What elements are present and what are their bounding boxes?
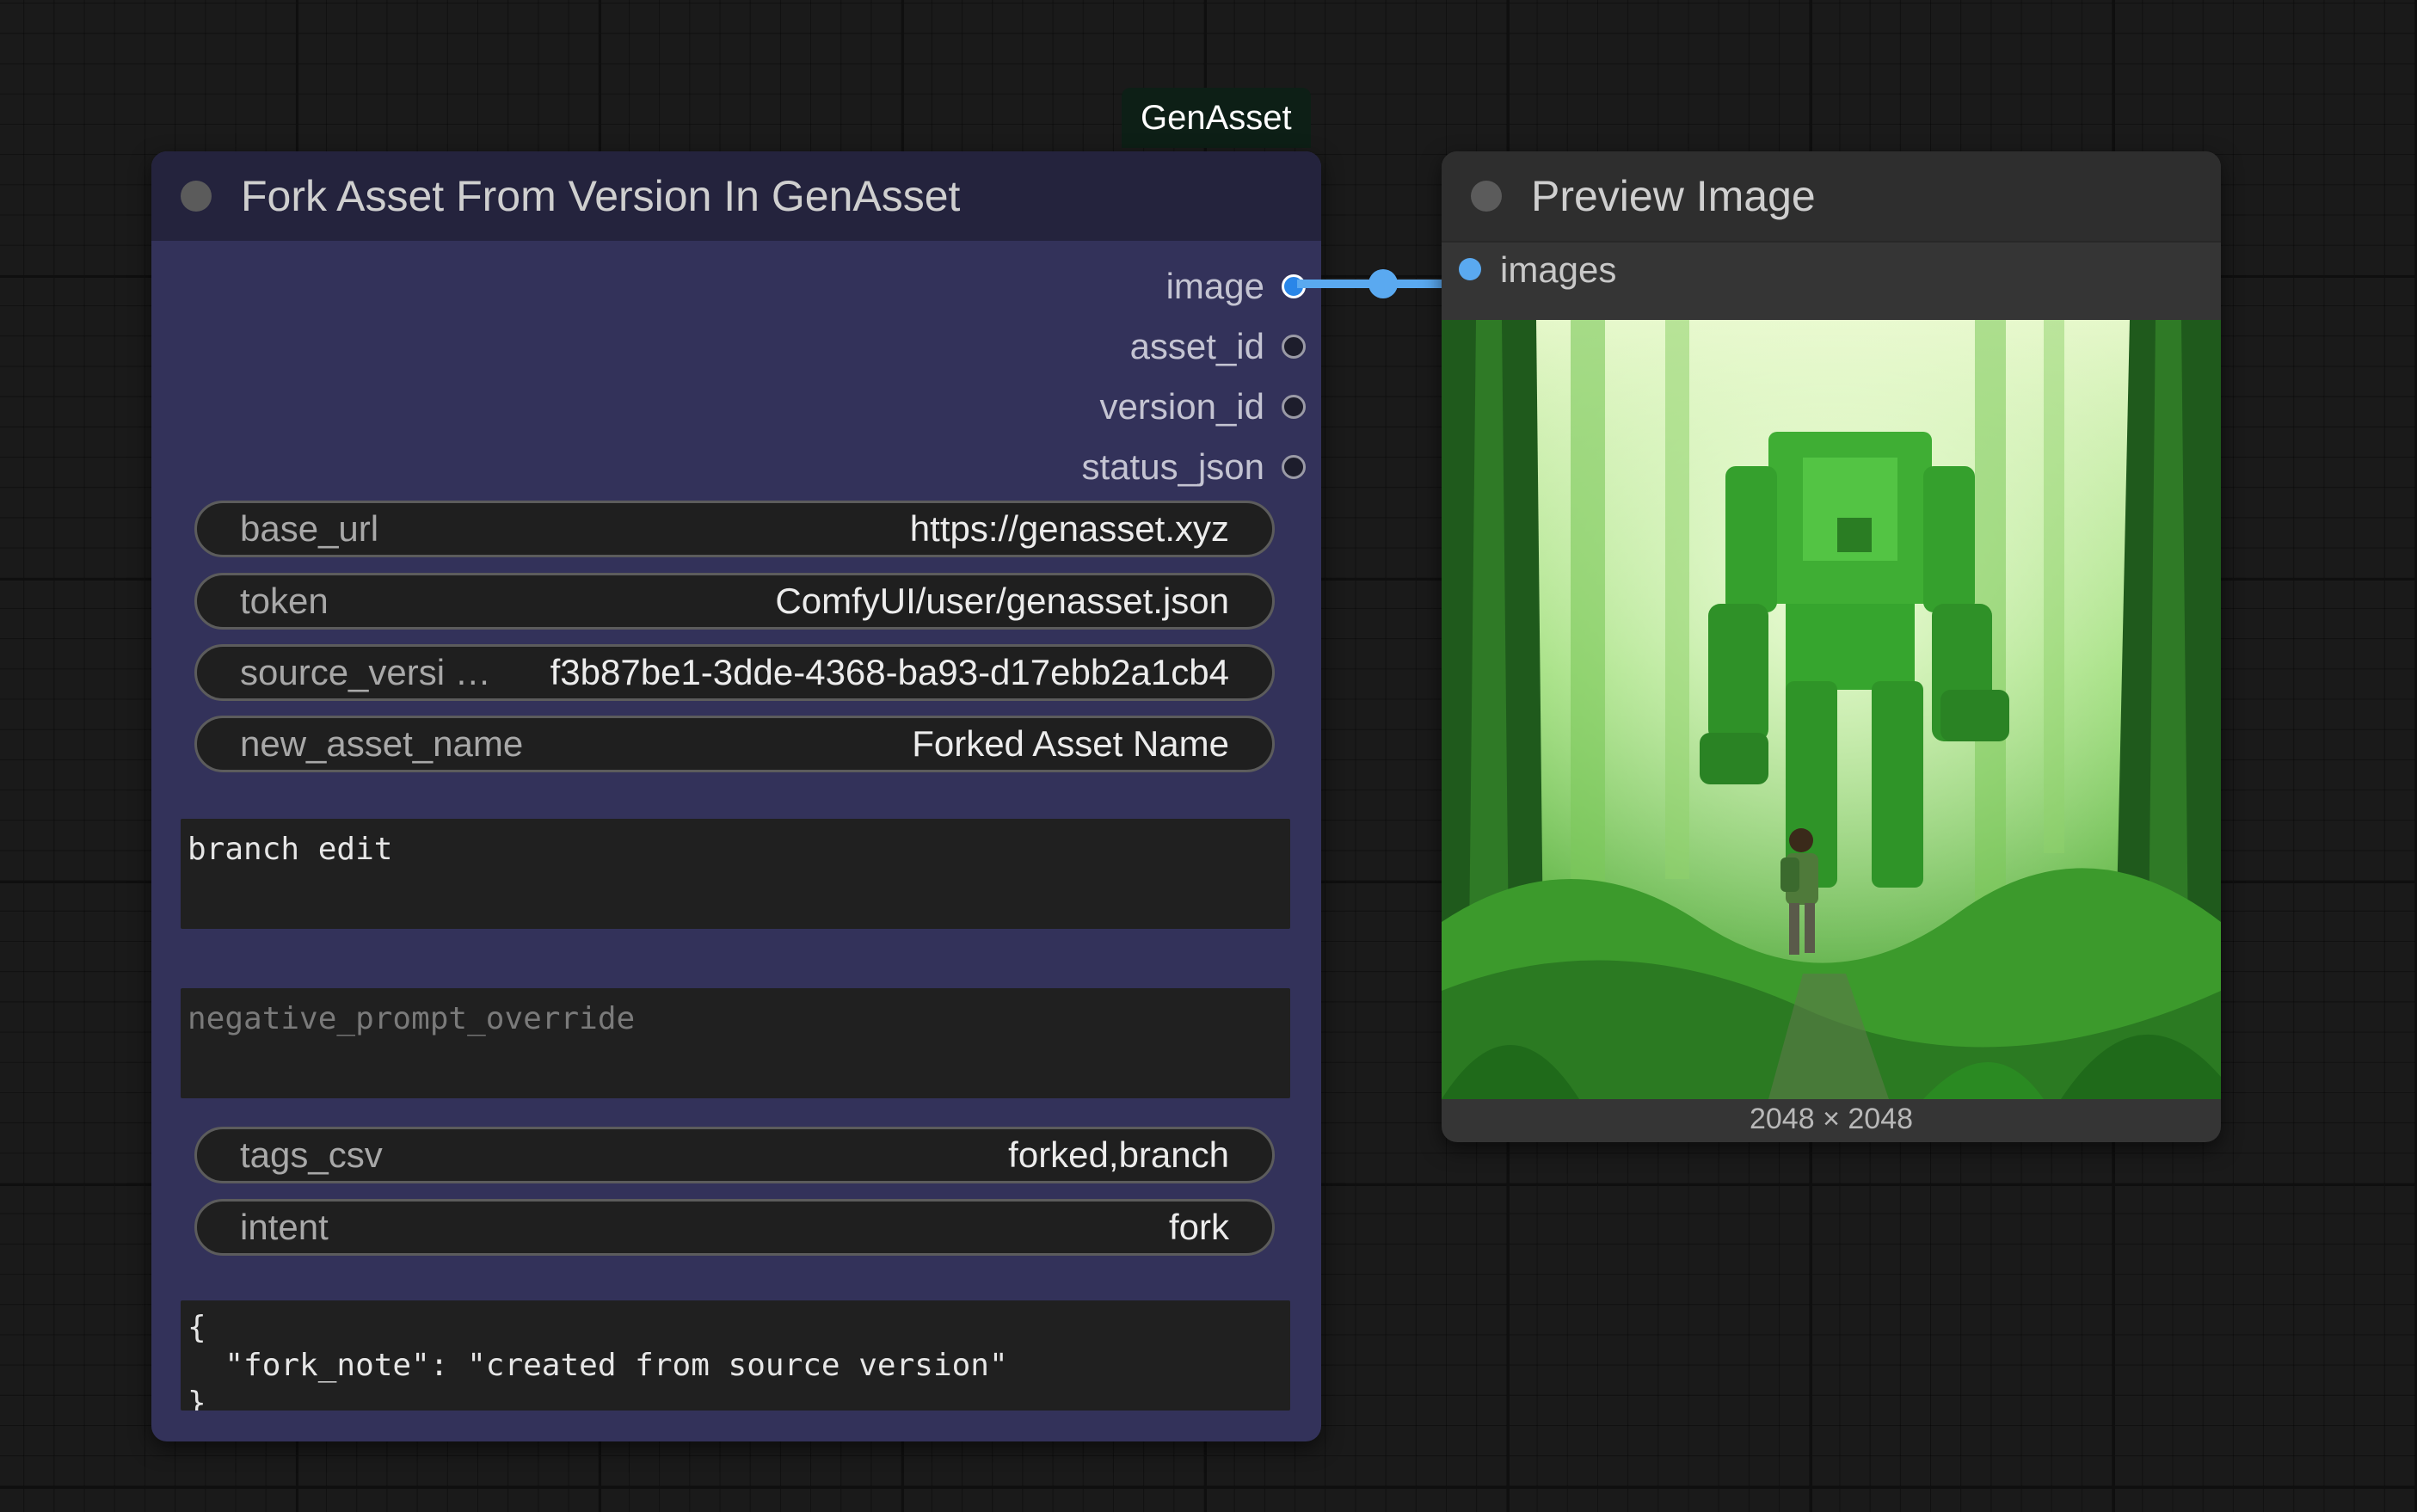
widget-label: new_asset_name bbox=[240, 723, 524, 764]
output-version-id: version_id bbox=[547, 377, 1321, 437]
widget-label: token bbox=[240, 581, 329, 621]
widget-new-asset-name[interactable]: new_asset_name Forked Asset Name bbox=[194, 716, 1275, 772]
output-label: status_json bbox=[1081, 446, 1264, 487]
fork-asset-node[interactable]: Fork Asset From Version In GenAsset imag… bbox=[151, 151, 1321, 1441]
textarea-edit-prompt[interactable]: branch edit bbox=[181, 819, 1290, 929]
widget-intent[interactable]: intent fork bbox=[194, 1199, 1275, 1256]
preview-node-header[interactable]: Preview Image bbox=[1442, 151, 2221, 243]
output-label: image bbox=[1165, 266, 1264, 306]
widget-label: tags_csv bbox=[240, 1134, 383, 1175]
input-label: images bbox=[1500, 249, 1617, 290]
widget-base-url[interactable]: base_url https://genasset.xyz bbox=[194, 501, 1275, 557]
group-label-genasset[interactable]: GenAsset bbox=[1122, 88, 1311, 148]
output-label: version_id bbox=[1099, 386, 1264, 427]
widget-value: f3b87be1-3dde-4368-ba93-d17ebb2a1cb4 bbox=[550, 652, 1229, 692]
textarea-metadata-json[interactable]: { "fork_note": "created from source vers… bbox=[181, 1300, 1290, 1411]
node-title: Fork Asset From Version In GenAsset bbox=[241, 172, 961, 220]
widget-label: base_url bbox=[240, 508, 379, 549]
input-images: images bbox=[1442, 243, 1786, 298]
input-slot-images[interactable] bbox=[1459, 258, 1481, 280]
widget-label: intent bbox=[240, 1207, 329, 1247]
output-image: image bbox=[547, 256, 1321, 317]
link-midpoint-handle[interactable] bbox=[1368, 269, 1398, 298]
preview-image[interactable] bbox=[1442, 320, 2221, 1099]
preview-image-node[interactable]: Preview Image images 2048 × 2048 bbox=[1442, 151, 2221, 1142]
widget-value: https://genasset.xyz bbox=[909, 508, 1229, 549]
widget-value: Forked Asset Name bbox=[912, 723, 1229, 764]
widget-tags-csv[interactable]: tags_csv forked,branch bbox=[194, 1127, 1275, 1183]
widget-token[interactable]: token ComfyUI/user/genasset.json bbox=[194, 573, 1275, 630]
output-status-json: status_json bbox=[547, 437, 1321, 497]
widget-value: forked,branch bbox=[1008, 1134, 1229, 1175]
widget-label: source_versi … bbox=[240, 652, 491, 692]
widget-value: fork bbox=[1168, 1207, 1229, 1247]
widget-value: ComfyUI/user/genasset.json bbox=[775, 581, 1229, 621]
output-slot-status-json[interactable] bbox=[1282, 455, 1306, 479]
widget-source-version[interactable]: source_versi … f3b87be1-3dde-4368-ba93-d… bbox=[194, 644, 1275, 701]
output-asset-id: asset_id bbox=[547, 317, 1321, 377]
image-dimensions-caption: 2048 × 2048 bbox=[1749, 1103, 1914, 1135]
output-slot-asset-id[interactable] bbox=[1282, 335, 1306, 359]
node-collapse-dot-icon[interactable] bbox=[181, 181, 212, 212]
output-label: asset_id bbox=[1129, 326, 1264, 366]
forest-robot-image bbox=[1442, 320, 2221, 1099]
output-slot-version-id[interactable] bbox=[1282, 395, 1306, 419]
node-title: Preview Image bbox=[1531, 172, 1816, 220]
textarea-negative-prompt-override[interactable]: negative_prompt_override bbox=[181, 988, 1290, 1098]
fork-node-header[interactable]: Fork Asset From Version In GenAsset bbox=[151, 151, 1321, 241]
node-collapse-dot-icon[interactable] bbox=[1471, 181, 1502, 212]
